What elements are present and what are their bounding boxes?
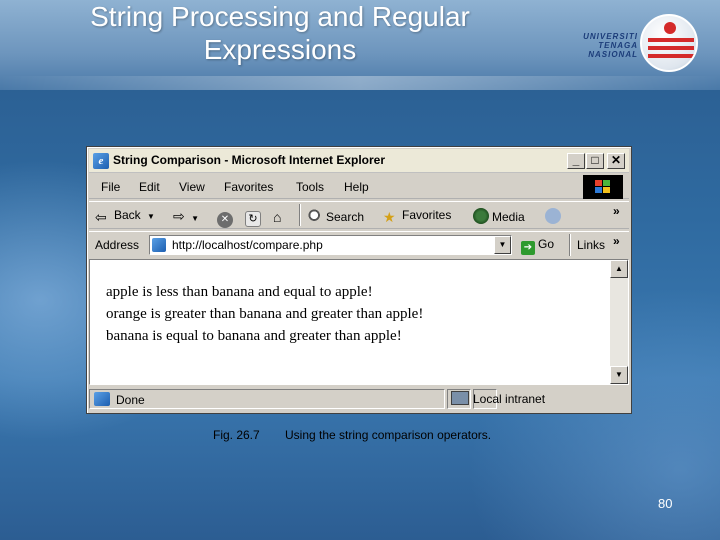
history-icon [545,208,561,224]
go-button[interactable]: ➔ Go [521,237,554,255]
status-zone: Local intranet [449,389,629,409]
page-content: apple is less than banana and equal to a… [89,259,629,385]
address-url: http://localhost/compare.php [172,238,323,252]
slide-title-line-2: Expressions [203,34,357,65]
stop-icon: ✕ [217,212,233,228]
go-label: Go [538,237,555,251]
refresh-icon: ↻ [245,211,261,227]
menu-view[interactable]: View [179,180,205,194]
back-dropdown-icon[interactable]: ▼ [147,212,155,221]
home-button[interactable]: ⌂ [273,208,292,225]
home-icon: ⌂ [273,209,282,225]
back-button[interactable]: ⇦ Back ▼ [95,208,155,225]
vertical-scrollbar[interactable]: ▲ ▼ [610,260,628,384]
maximize-button[interactable]: □ [586,153,604,169]
figure-label: Fig. 26.7 [213,428,260,442]
content-line-2: orange is greater than banana and greate… [106,306,424,322]
menu-bar: File Edit View Favorites Tools Help [89,175,629,199]
forward-button[interactable]: ⇨ ▼ [173,208,199,225]
menu-edit[interactable]: Edit [139,180,160,194]
close-button[interactable]: ✕ [607,153,625,169]
status-page-icon [94,392,110,406]
search-label: Search [326,210,365,224]
scroll-down-icon[interactable]: ▼ [610,366,628,384]
forward-dropdown-icon[interactable]: ▼ [191,214,199,223]
logo-wordmark: UNIVERSITI TENAGA NASIONAL [583,32,638,59]
internet-explorer-icon: e [93,153,109,169]
address-bar: Address http://localhost/compare.php ▼ ➔… [89,231,629,257]
university-logo: UNIVERSITI TENAGA NASIONAL [568,10,718,80]
status-zone-text: Local intranet [473,392,546,406]
status-bar: Done Local intranet [89,387,629,411]
media-label: Media [492,210,525,224]
favorites-star-icon: ★ [383,209,396,225]
forward-arrow-icon: ⇨ [173,208,185,224]
media-icon [473,208,489,224]
links-more-chevron-icon[interactable]: » [613,234,620,248]
window-titlebar[interactable]: e String Comparison - Microsoft Internet… [89,149,629,173]
window-title: String Comparison - Microsoft Internet E… [113,153,386,167]
refresh-button[interactable]: ↻ [245,208,264,227]
stop-button[interactable]: ✕ [217,208,236,228]
content-line-1: apple is less than banana and equal to a… [106,284,373,300]
status-main: Done [89,389,445,409]
search-icon [307,208,323,224]
back-label: Back [114,208,141,222]
local-intranet-icon [451,391,469,405]
toolbar-separator [299,204,301,226]
favorites-button[interactable]: ★ Favorites [383,208,451,225]
minimize-button[interactable]: _ [567,153,585,169]
address-dropdown-icon[interactable]: ▼ [494,236,511,254]
back-arrow-icon: ⇦ [95,209,107,225]
search-button[interactable]: Search [307,208,364,224]
history-button[interactable] [545,208,564,224]
favorites-label: Favorites [402,208,452,222]
slide-title: String Processing and Regular Expression… [40,0,520,66]
page-icon [152,238,166,252]
browser-window: e String Comparison - Microsoft Internet… [86,146,632,414]
go-arrow-icon: ➔ [521,241,535,255]
logo-emblem-icon [640,14,698,72]
scroll-up-icon[interactable]: ▲ [610,260,628,278]
menu-file[interactable]: File [101,180,120,194]
address-label: Address [95,238,140,252]
page-number: 80 [658,496,673,511]
content-line-3: banana is equal to banana and greater th… [106,328,402,344]
menu-help[interactable]: Help [344,180,369,194]
toolbar-more-chevron-icon[interactable]: » [613,204,620,218]
menu-favorites[interactable]: Favorites [224,180,273,194]
media-button[interactable]: Media [473,208,525,224]
slide-title-line-1: String Processing and Regular [90,1,470,32]
menu-tools[interactable]: Tools [296,180,324,194]
links-button[interactable]: Links [577,238,605,252]
status-text: Done [116,393,145,407]
figure-caption: Using the string comparison operators. [285,428,492,442]
windows-logo-icon [583,175,623,199]
address-input[interactable]: http://localhost/compare.php ▼ [149,235,512,255]
address-separator [569,234,571,256]
standard-toolbar: ⇦ Back ▼ ⇨ ▼ ✕ ↻ ⌂ Search ★ Favorites Medi… [89,201,629,229]
